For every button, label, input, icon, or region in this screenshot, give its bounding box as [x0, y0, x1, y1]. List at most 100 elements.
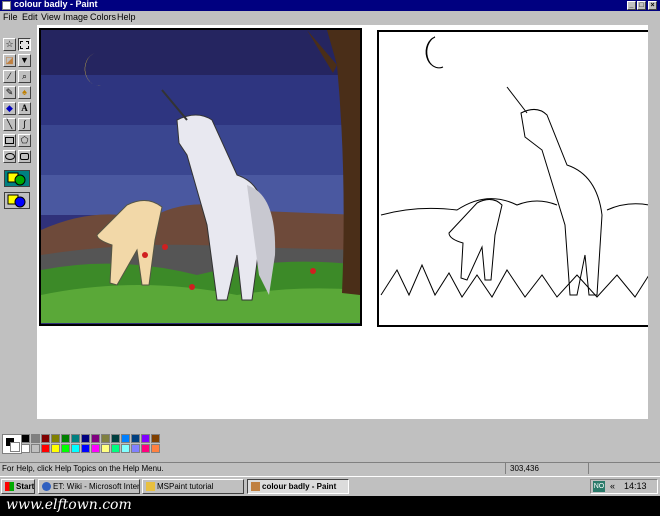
palette-row2-swatch-6[interactable]	[81, 444, 90, 453]
palette-row2-swatch-8[interactable]	[101, 444, 110, 453]
rounded-rect-tool[interactable]	[18, 150, 31, 163]
palette-row2-swatch-7[interactable]	[91, 444, 100, 453]
palette-row2-swatch-0[interactable]	[21, 444, 30, 453]
polygon-tool[interactable]: ⬠	[18, 134, 31, 147]
menu-colors[interactable]: Colors	[90, 11, 116, 24]
airbrush-tool[interactable]: ◆	[3, 102, 16, 115]
folder-icon	[146, 482, 155, 491]
palette-row2-swatch-5[interactable]	[71, 444, 80, 453]
palette-row1-swatch-7[interactable]	[91, 434, 100, 443]
palette-row1-swatch-13[interactable]	[151, 434, 160, 443]
opaque-mode-option[interactable]	[4, 192, 30, 209]
taskbar: Start ET: Wiki - Microsoft Intern... MSP…	[0, 476, 660, 496]
rect-select-tool[interactable]	[18, 38, 31, 51]
transparent-mode-option[interactable]	[4, 170, 30, 187]
menu-bar: File Edit View Image Colors Help	[0, 11, 660, 24]
paint-icon	[251, 482, 260, 491]
dashed-rect-icon	[20, 41, 29, 49]
star-select-icon: ☆	[5, 39, 14, 49]
palette-row2-swatch-4[interactable]	[61, 444, 70, 453]
shapes-opaque-icon	[7, 172, 26, 186]
brush-tool[interactable]: ♠	[18, 86, 31, 99]
taskbar-ie-label: ET: Wiki - Microsoft Intern...	[53, 482, 140, 491]
palette-row2-swatch-1[interactable]	[31, 444, 40, 453]
palette-row2-swatch-2[interactable]	[41, 444, 50, 453]
palette-row1-swatch-12[interactable]	[141, 434, 150, 443]
palette-row1-swatch-3[interactable]	[51, 434, 60, 443]
palette-row1-swatch-8[interactable]	[101, 434, 110, 443]
status-coords-panel: 303,436	[505, 463, 586, 474]
palette-row2-swatch-11[interactable]	[131, 444, 140, 453]
palette-row2-swatch-12[interactable]	[141, 444, 150, 453]
eyedropper-icon: ⁄	[8, 71, 11, 81]
horizontal-scrollbar[interactable]	[37, 419, 648, 431]
canvas-artwork	[39, 28, 651, 327]
line-tool[interactable]: ╲	[3, 118, 16, 131]
cursor-coordinates: 303,436	[510, 464, 539, 473]
start-label: Start	[16, 482, 35, 491]
background-color	[10, 442, 20, 452]
palette-row1-swatch-9[interactable]	[111, 434, 120, 443]
curve-tool[interactable]: ∫	[18, 118, 31, 131]
palette-row2-swatch-9[interactable]	[111, 444, 120, 453]
maximize-button[interactable]: □	[637, 1, 646, 10]
menu-edit[interactable]: Edit	[22, 11, 38, 24]
menu-file[interactable]: File	[3, 11, 18, 24]
line-icon: ╲	[6, 119, 13, 129]
text-icon: A	[21, 103, 28, 113]
eraser-icon: ◪	[5, 55, 14, 65]
pencil-tool[interactable]: ✎	[3, 86, 16, 99]
tray-expand-icon[interactable]: «	[610, 480, 615, 493]
toolbox: ☆ ◪ ▼ ⁄ ⌕ ✎ ♠ ◆ A ╲ ∫ ⬠	[0, 34, 36, 424]
palette-row1-swatch-0[interactable]	[21, 434, 30, 443]
taskbar-paint-window[interactable]: colour badly - Paint	[247, 479, 349, 494]
menu-help[interactable]: Help	[117, 11, 136, 24]
paint-app-icon[interactable]	[2, 1, 11, 10]
menu-image[interactable]: Image	[63, 11, 88, 24]
palette-row1-swatch-2[interactable]	[41, 434, 50, 443]
taskbar-tutorial-window[interactable]: MSPaint tutorial	[142, 479, 244, 494]
free-select-tool[interactable]: ☆	[3, 38, 16, 51]
palette-row1-swatch-1[interactable]	[31, 434, 40, 443]
rectangle-tool[interactable]	[3, 134, 16, 147]
polygon-icon: ⬠	[20, 135, 29, 145]
shapes-transparent-icon	[7, 194, 26, 208]
ellipse-tool[interactable]	[3, 150, 16, 163]
taskbar-ie-window[interactable]: ET: Wiki - Microsoft Intern...	[38, 479, 140, 494]
current-colors[interactable]	[2, 434, 22, 454]
palette-row1-swatch-11[interactable]	[131, 434, 140, 443]
footer-banner: www.elftown.com	[0, 496, 660, 516]
color-picker-tool[interactable]: ⁄	[3, 70, 16, 83]
tray-network-icon[interactable]: NO	[593, 481, 605, 492]
colored-unicorn-picture	[39, 28, 362, 326]
drawing-canvas[interactable]	[37, 25, 660, 425]
minimize-button[interactable]: _	[627, 1, 636, 10]
menu-view[interactable]: View	[41, 11, 60, 24]
system-tray: NO « 14:13	[590, 479, 658, 494]
palette-row2-swatch-3[interactable]	[51, 444, 60, 453]
palette-row1-swatch-6[interactable]	[81, 434, 90, 443]
palette-row1-swatch-5[interactable]	[71, 434, 80, 443]
paint-bucket-icon: ▼	[20, 55, 29, 65]
vertical-scrollbar[interactable]	[648, 25, 660, 425]
internet-explorer-icon	[42, 482, 51, 491]
status-size-panel	[588, 463, 659, 474]
eraser-tool[interactable]: ◪	[3, 54, 16, 67]
taskbar-paint-label: colour badly - Paint	[262, 482, 337, 491]
magnifier-tool[interactable]: ⌕	[18, 70, 31, 83]
palette-row2-swatch-10[interactable]	[121, 444, 130, 453]
ellipse-icon	[4, 153, 15, 160]
palette-row1-swatch-4[interactable]	[61, 434, 70, 443]
airbrush-icon: ◆	[6, 103, 13, 113]
start-button[interactable]: Start	[1, 479, 35, 494]
palette-row2-swatch-13[interactable]	[151, 444, 160, 453]
watermark-text: www.elftown.com	[6, 497, 132, 513]
close-button[interactable]: ×	[648, 1, 657, 10]
title-bar: colour badly - Paint _ □ ×	[0, 0, 660, 11]
rectangle-icon	[5, 137, 14, 144]
status-help-text: For Help, click Help Topics on the Help …	[2, 464, 164, 473]
palette-row1-swatch-10[interactable]	[121, 434, 130, 443]
magnifier-icon: ⌕	[21, 71, 28, 81]
fill-tool[interactable]: ▼	[18, 54, 31, 67]
text-tool[interactable]: A	[18, 102, 31, 115]
